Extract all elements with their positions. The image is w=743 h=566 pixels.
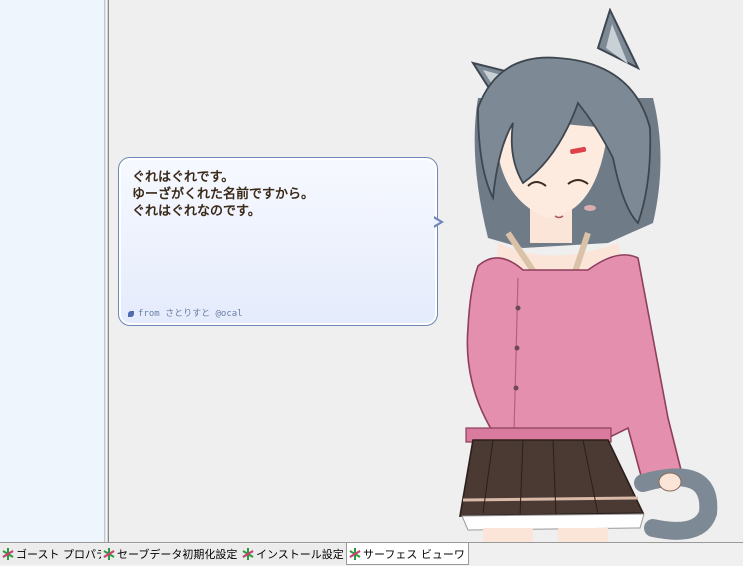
balloon-line: ぐれはぐれなのです。 bbox=[132, 204, 261, 219]
tab-bar: ゴースト プロパティ セーブデータ初期化設定 インストール設定 サーフェス ビュ… bbox=[0, 542, 743, 566]
ghost-logo-icon bbox=[242, 548, 254, 560]
signature-text: from さとりすと @ocal bbox=[138, 309, 243, 319]
ghost-character[interactable] bbox=[438, 8, 743, 542]
tab-install-settings[interactable]: インストール設定 bbox=[240, 544, 348, 564]
balloon-signature: from さとりすと @ocal bbox=[128, 306, 243, 319]
tab-label: セーブデータ初期化設定 bbox=[117, 548, 238, 561]
balloon-line: ゆーざがくれた名前ですから。 bbox=[132, 187, 315, 202]
ghost-logo-icon bbox=[349, 547, 361, 560]
tab-label: サーフェス ビューワ bbox=[363, 547, 465, 561]
left-pane[interactable] bbox=[0, 0, 105, 542]
ghost-logo-icon bbox=[103, 548, 115, 560]
tab-label: インストール設定 bbox=[256, 548, 344, 561]
leaf-icon bbox=[128, 310, 134, 317]
balloon-line: ぐれはぐれです。 bbox=[132, 170, 235, 185]
tab-surface-viewer[interactable]: サーフェス ビューワ bbox=[346, 543, 469, 565]
balloon-text: ぐれはぐれです。 ゆーざがくれた名前ですから。 ぐれはぐれなのです。 bbox=[132, 169, 422, 220]
ghost-logo-icon bbox=[2, 548, 14, 560]
tab-savedata-reset[interactable]: セーブデータ初期化設定 bbox=[101, 544, 242, 564]
